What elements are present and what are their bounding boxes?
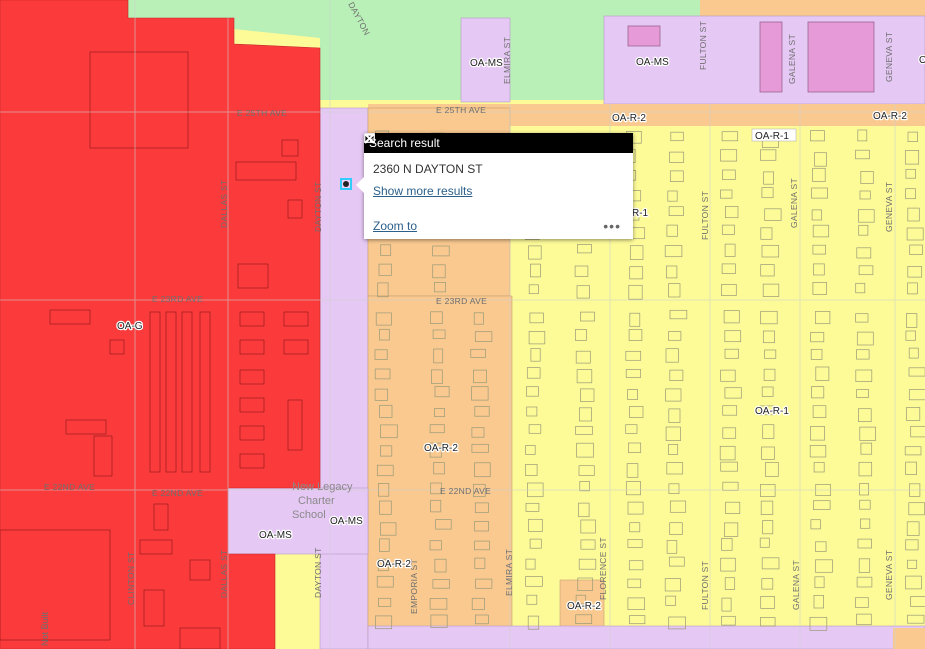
school-name-line2: Charter (298, 495, 335, 507)
result-address: 2360 N DAYTON ST (373, 162, 483, 176)
zone-label-oa-r2-top1: OA-R-2 (612, 113, 646, 124)
search-result-popup: Search result 2360 N DAYTON ST Show more… (356, 133, 633, 239)
search-result-marker[interactable] (340, 178, 352, 190)
street-e23-right: E 23RD AVE (436, 296, 487, 306)
zone-label-oa-ms-top1: OA-MS (470, 58, 503, 69)
popup-footer: Zoom to ••• (373, 219, 621, 233)
zone-orange-top-strip (700, 0, 925, 16)
map-view[interactable]: E 25TH AVE E 25TH AVE E 23RD AVE E 23RD … (0, 0, 925, 649)
zone-label-oa-r2-bottom2: OA-R-2 (567, 601, 601, 612)
street-e22-far: E 22ND AVE (44, 482, 95, 492)
street-e22-left: E 22ND AVE (152, 488, 203, 498)
zone-label-oa-ms-lower: OA-MS (330, 516, 363, 527)
street-fulton-bottom: FULTON ST (700, 561, 710, 610)
building-footprint (759, 21, 783, 93)
street-fulton-mid: FULTON ST (700, 191, 710, 240)
zone-label-oa-r2-mid: OA-R-2 (424, 443, 458, 454)
zone-label-oa-ms-top2: OA-MS (636, 57, 669, 68)
street-galena-bottom: GALENA ST (791, 560, 801, 610)
street-geneva-top: GENEVA ST (884, 32, 894, 82)
street-elmira-bottom: ELMIRA ST (504, 549, 514, 596)
street-dallas-bottom: DALLAS ST (219, 549, 229, 598)
close-button[interactable] (364, 133, 633, 153)
street-clinton: CLINTON ST (126, 552, 136, 605)
building-footprint (627, 25, 661, 47)
street-dayton-bottom: DAYTON ST (313, 547, 323, 598)
street-e25-left: E 25TH AVE (237, 108, 287, 118)
school-name-line3: School (292, 509, 326, 521)
popup-header: Search result (364, 133, 633, 153)
zone-label-oa-g: OA-G (117, 321, 143, 332)
street-galena-mid: GALENA ST (789, 178, 799, 228)
street-e23-left: E 23RD AVE (152, 294, 203, 304)
not-built-label: Not Built (40, 611, 50, 646)
maximize-button[interactable] (364, 133, 615, 153)
zone-label-oa-r1-partial: R-1 (632, 208, 649, 219)
popup-title: Search result (369, 136, 440, 150)
zoom-to-link[interactable]: Zoom to (373, 219, 417, 233)
zone-label-oa-r2-bottom1: OA-R-2 (377, 559, 411, 570)
street-florence: FLORENCE ST (598, 537, 608, 600)
more-actions-button[interactable]: ••• (603, 219, 621, 233)
building-footprint (807, 21, 875, 93)
street-elmira-top: ELMIRA ST (502, 37, 512, 84)
zone-label-oa-ms-school: OA-MS (259, 530, 292, 541)
zone-label-oa-r1-top: OA-R-1 (755, 131, 789, 142)
zoning-map[interactable]: E 25TH AVE E 25TH AVE E 23RD AVE E 23RD … (0, 0, 925, 649)
close-icon (364, 133, 375, 144)
street-galena-top: GALENA ST (787, 34, 797, 84)
popup-body: 2360 N DAYTON ST Show more results (364, 153, 633, 198)
zone-label-oa-partial-right: O (919, 55, 925, 66)
street-geneva-mid: GENEVA ST (884, 182, 894, 232)
popup-pointer (356, 177, 364, 193)
street-geneva-bottom: GENEVA ST (884, 550, 894, 600)
zone-lavender-bottom (367, 625, 925, 649)
zone-label-oa-r1-mid: OA-R-1 (755, 406, 789, 417)
street-e22-right: E 22ND AVE (440, 486, 491, 496)
street-dallas-mid: DALLAS ST (219, 179, 229, 228)
marker-dot-icon (343, 181, 349, 187)
street-e25-right: E 25TH AVE (436, 105, 486, 115)
zone-label-oa-r2-top2: OA-R-2 (873, 111, 907, 122)
school-name-line1: New Legacy (292, 481, 353, 493)
street-dayton-mid: DAYTON ST (313, 181, 323, 232)
show-more-results-link[interactable]: Show more results (373, 184, 472, 198)
zone-orange-bottom-right (893, 628, 925, 649)
street-fulton-top: FULTON ST (698, 21, 708, 70)
